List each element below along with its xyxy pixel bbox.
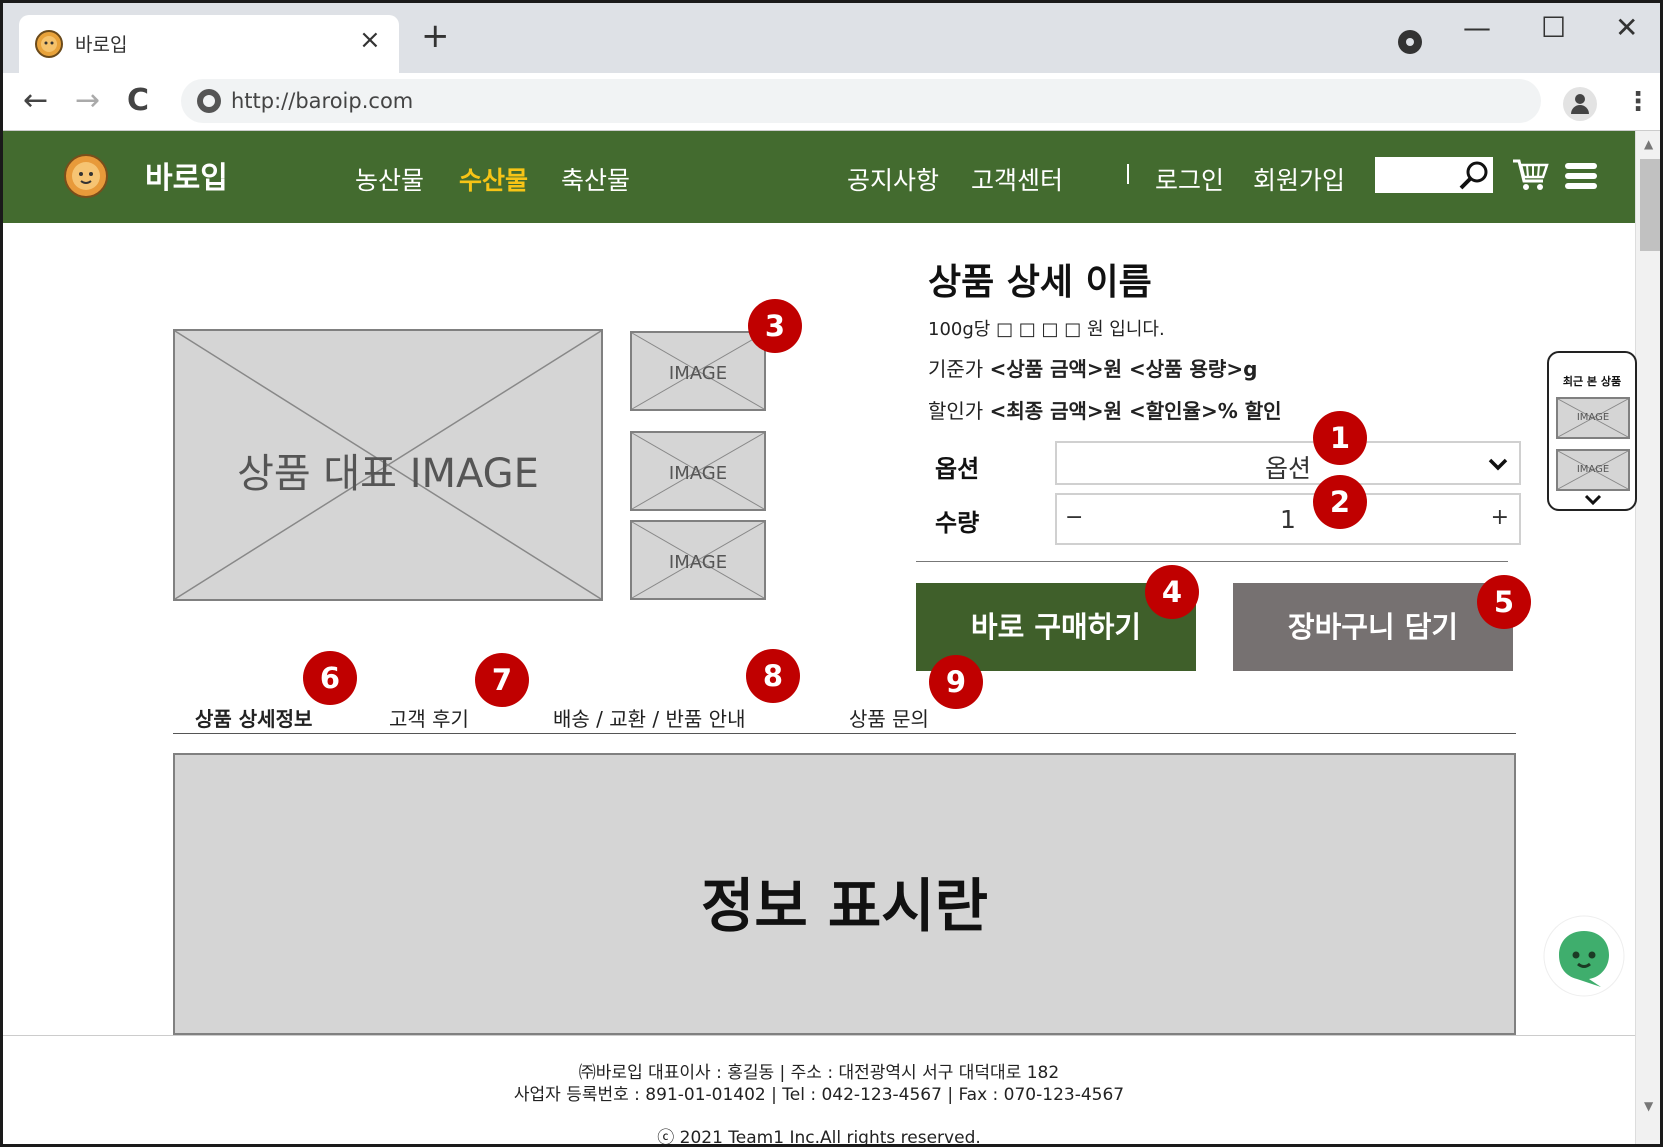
recent-thumbnail-2[interactable]: IMAGE (1556, 449, 1630, 491)
base-price-prefix: 기준가 (928, 357, 990, 381)
page-scrollbar[interactable]: ▲ ▼ (1635, 131, 1660, 1144)
options-divider (916, 561, 1508, 562)
thumbnail-image-3[interactable]: IMAGE (630, 520, 766, 600)
reload-button[interactable]: C (127, 83, 149, 118)
annotation-badge: 7 (475, 653, 529, 707)
hamburger-menu-icon[interactable] (1565, 163, 1597, 189)
address-bar[interactable]: http://baroip.com (181, 79, 1541, 123)
sale-price-prefix: 할인가 (928, 399, 990, 423)
maximize-button[interactable]: ☐ (1541, 11, 1566, 44)
thumbnail-label: IMAGE (668, 552, 728, 573)
incognito-profile-icon[interactable] (1398, 30, 1422, 54)
thumbnail-label: IMAGE (668, 463, 728, 484)
chevron-down-icon[interactable] (1583, 493, 1603, 507)
tabs-underline (173, 733, 1516, 734)
option-select-value: 옵션 (1264, 454, 1311, 483)
browser-menu-icon[interactable]: ⋮ (1625, 87, 1651, 117)
new-tab-button[interactable]: + (421, 19, 450, 53)
quantity-label: 수량 (935, 509, 980, 537)
option-select[interactable]: 옵션 (1055, 441, 1521, 485)
close-window-button[interactable]: ✕ (1615, 11, 1638, 44)
recent-thumbnail-1[interactable]: IMAGE (1556, 397, 1630, 439)
browser-tab[interactable]: 바로입 × (19, 15, 399, 73)
footer-divider (3, 1035, 1635, 1036)
search-icon[interactable] (1457, 159, 1491, 193)
recently-viewed-panel: 최근 본 상품 IMAGE IMAGE (1547, 351, 1637, 511)
footer-copyright: ⓒ 2021 Team1 Inc.All rights reserved. (657, 1128, 981, 1147)
recent-thumb-label: IMAGE (1576, 412, 1610, 423)
tab-strip: 바로입 × + — ☐ ✕ (3, 3, 1660, 73)
browser-toolbar: ← → C http://baroip.com ⋮ (3, 73, 1660, 131)
main-image-label: 상품 대표 IMAGE (237, 451, 539, 497)
nav-category-livestock[interactable]: 축산물 (561, 161, 630, 197)
quantity-stepper: − 1 + (1055, 493, 1521, 545)
unit-price-line: 100g당 □ □ □ □ 원 입니다. (928, 319, 1165, 340)
sale-price-line: 할인가 <최종 금액>원 <할인율>% 할인 (928, 395, 1282, 424)
tab-customer-reviews[interactable]: 고객 후기 (389, 703, 469, 732)
chevron-down-icon (1488, 458, 1508, 471)
nav-category-seafood[interactable]: 수산물 (459, 161, 528, 197)
logo-icon[interactable] (61, 149, 113, 201)
scroll-thumb[interactable] (1640, 159, 1660, 251)
annotation-badge: 1 (1313, 411, 1367, 465)
quantity-increase-button[interactable]: + (1491, 505, 1509, 530)
back-button[interactable]: ← (23, 83, 48, 118)
annotation-badge: 3 (748, 299, 802, 353)
sale-price-value: <최종 금액>원 <할인율>% 할인 (989, 399, 1282, 423)
forward-button[interactable]: → (75, 83, 100, 118)
nav-link-support[interactable]: 고객센터 (971, 161, 1063, 197)
recent-thumb-label: IMAGE (1576, 464, 1610, 475)
login-link[interactable]: 로그인 (1155, 161, 1224, 197)
site-header: 바로입 농산물 수산물 축산물 공지사항 고객센터 로그인 회원가입 (3, 131, 1635, 223)
scroll-down-icon[interactable]: ▼ (1644, 1099, 1653, 1113)
cart-icon[interactable] (1511, 155, 1551, 193)
main-product-image[interactable]: 상품 대표 IMAGE (173, 329, 603, 601)
nav-link-notice[interactable]: 공지사항 (847, 161, 939, 197)
thumbnail-image-2[interactable]: IMAGE (630, 431, 766, 511)
recently-viewed-title: 최근 본 상품 (1562, 375, 1622, 388)
chat-icon[interactable] (1543, 915, 1625, 997)
brand-name[interactable]: 바로입 (145, 153, 228, 197)
annotation-badge: 9 (929, 655, 983, 709)
annotation-badge: 8 (746, 649, 800, 703)
tab-shipping-returns[interactable]: 배송 / 교환 / 반품 안내 (553, 703, 745, 732)
add-to-cart-button[interactable]: 장바구니 담기 (1233, 583, 1513, 671)
browser-window: 바로입 × + — ☐ ✕ ← → C http://baroip.com ⋮ … (0, 0, 1663, 1147)
signup-link[interactable]: 회원가입 (1253, 161, 1345, 197)
scroll-up-icon[interactable]: ▲ (1644, 137, 1653, 151)
tab-product-details[interactable]: 상품 상세정보 (195, 703, 312, 732)
thumbnail-image-1[interactable]: IMAGE (630, 331, 766, 411)
annotation-badge: 6 (303, 651, 357, 705)
info-display-area: 정보 표시란 (173, 753, 1516, 1035)
site-favicon-icon (35, 30, 63, 58)
tab-close-icon[interactable]: × (359, 25, 381, 55)
nav-category-agriculture[interactable]: 농산물 (355, 161, 424, 197)
base-price-value: <상품 금액>원 <상품 용량>g (989, 357, 1258, 381)
account-icon[interactable] (1563, 87, 1597, 121)
annotation-badge: 2 (1313, 475, 1367, 529)
footer-registration-info: 사업자 등록번호 : 891-01-01402 | Tel : 042-123-… (513, 1085, 1125, 1105)
thumbnail-label: IMAGE (668, 363, 728, 384)
tab-title: 바로입 (75, 34, 128, 56)
site-info-icon[interactable] (197, 89, 221, 113)
product-title: 상품 상세 이름 (928, 262, 1152, 303)
url-text[interactable]: http://baroip.com (231, 89, 413, 113)
option-label: 옵션 (935, 455, 980, 483)
tab-product-inquiry[interactable]: 상품 문의 (849, 703, 929, 732)
annotation-badge: 4 (1145, 565, 1199, 619)
minimize-button[interactable]: — (1463, 11, 1491, 44)
base-price-line: 기준가 <상품 금액>원 <상품 용량>g (928, 353, 1257, 382)
annotation-badge: 5 (1477, 575, 1531, 629)
info-display-label: 정보 표시란 (701, 872, 988, 940)
quantity-value[interactable]: 1 (1057, 505, 1519, 534)
nav-divider (1127, 164, 1129, 184)
